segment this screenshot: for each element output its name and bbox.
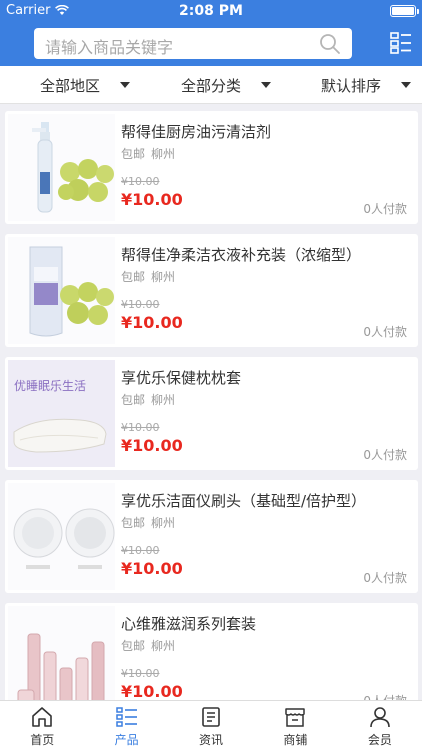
caret-down-icon: [401, 82, 412, 88]
product-meta: 包邮 柳州: [121, 268, 175, 285]
filter-sort[interactable]: 默认排序: [321, 66, 412, 104]
news-icon: [202, 707, 220, 727]
product-image: [8, 114, 115, 221]
shipping-label: 包邮: [121, 393, 146, 407]
product-card[interactable]: 享优乐洁面仪刷头（基础型/倍护型） 包邮 柳州 ¥10.00 ¥10.00 0人付…: [5, 480, 418, 593]
sales-count: 0人付款: [363, 571, 407, 585]
tab-home-label: 首页: [30, 733, 55, 747]
filter-bar: 全部地区 全部分类 默认排序: [0, 66, 422, 104]
shipping-label: 包邮: [121, 270, 146, 284]
product-meta: 包邮 柳州: [121, 514, 175, 531]
caret-down-icon: [261, 82, 272, 88]
sales-count: 0人付款: [363, 202, 407, 216]
product-meta: 包邮 柳州: [121, 391, 175, 408]
tab-products[interactable]: 产品: [84, 701, 168, 750]
tab-news-label: 资讯: [199, 733, 224, 747]
user-icon: [370, 707, 390, 728]
tab-products-label: 产品: [114, 733, 139, 747]
sale-price: ¥10.00: [121, 682, 183, 700]
product-image: [8, 606, 115, 700]
product-title: 享优乐洁面仪刷头（基础型/倍护型）: [121, 492, 367, 510]
tab-member[interactable]: 会员: [338, 701, 422, 750]
sale-price: ¥10.00: [121, 313, 183, 332]
shipping-label: 包邮: [121, 147, 146, 161]
product-title: 心维雅滋润系列套装: [121, 615, 257, 633]
filter-region[interactable]: 全部地区: [40, 66, 131, 104]
product-image: 优睡眠乐生活: [8, 360, 115, 467]
shop-icon: [285, 708, 306, 727]
original-price: ¥10.00: [121, 421, 160, 434]
search-icon[interactable]: [319, 33, 341, 55]
shipping-label: 包邮: [121, 516, 146, 530]
product-list: 帮得佳厨房油污清洁剂 包邮 柳州 ¥10.00 ¥10.00 0人付款 帮得佳净柔…: [0, 104, 422, 700]
sales-count: 0人付款: [363, 325, 407, 339]
shipping-label: 包邮: [121, 639, 146, 653]
original-price: ¥10.00: [121, 667, 160, 680]
city-label: 柳州: [151, 516, 176, 530]
tab-member-label: 会员: [367, 733, 392, 747]
city-label: 柳州: [151, 393, 176, 407]
city-label: 柳州: [151, 639, 176, 653]
product-meta: 包邮 柳州: [121, 145, 175, 162]
filter-category[interactable]: 全部分类: [181, 66, 272, 104]
tab-shop[interactable]: 商铺: [253, 701, 337, 750]
tab-home[interactable]: 首页: [0, 701, 84, 750]
city-label: 柳州: [151, 147, 176, 161]
product-title: 帮得佳厨房油污清洁剂: [121, 123, 272, 141]
sales-count: 0人付款: [363, 448, 407, 462]
status-bar: Carrier 2:08 PM: [0, 0, 422, 22]
category-menu-icon[interactable]: [390, 32, 412, 54]
filter-sort-label: 默认排序: [321, 76, 382, 95]
pillow-slogan: 优睡眠乐生活: [14, 379, 86, 393]
original-price: ¥10.00: [121, 175, 160, 188]
bottom-tab-bar: 首页 产品 资讯 商铺 会员: [0, 700, 422, 750]
list-icon: [115, 707, 137, 727]
tab-news[interactable]: 资讯: [169, 701, 253, 750]
sale-price: ¥10.00: [121, 559, 183, 578]
product-card[interactable]: 帮得佳净柔洁衣液补充装（浓缩型） 包邮 柳州 ¥10.00 ¥10.00 0人付款: [5, 234, 418, 347]
product-title: 享优乐保健枕枕套: [121, 369, 242, 387]
original-price: ¥10.00: [121, 298, 160, 311]
filter-region-label: 全部地区: [40, 76, 101, 95]
clock-time: 2:08 PM: [179, 3, 243, 19]
sales-count: 0人付款: [363, 692, 407, 700]
city-label: 柳州: [151, 270, 176, 284]
product-meta: 包邮 柳州: [121, 637, 175, 654]
product-card[interactable]: 帮得佳厨房油污清洁剂 包邮 柳州 ¥10.00 ¥10.00 0人付款: [5, 111, 418, 224]
caret-down-icon: [120, 82, 131, 88]
product-image: [8, 237, 115, 344]
header-bar: 请输入商品关键字: [0, 22, 422, 66]
sale-price: ¥10.00: [121, 436, 183, 455]
filter-category-label: 全部分类: [181, 76, 242, 95]
product-card[interactable]: 心维雅滋润系列套装 包邮柳州 ¥10.00 ¥10.00 0人付款: [5, 603, 418, 700]
original-price: ¥10.00: [121, 544, 160, 557]
sale-price: ¥10.00: [121, 190, 183, 209]
search-field[interactable]: 请输入商品关键字: [34, 28, 352, 59]
product-image: [8, 483, 115, 590]
home-icon: [32, 707, 53, 727]
product-title: 帮得佳净柔洁衣液补充装（浓缩型）: [121, 246, 362, 264]
search-placeholder: 请输入商品关键字: [45, 38, 174, 57]
battery-icon: [390, 5, 419, 17]
tab-shop-label: 商铺: [283, 733, 308, 747]
product-card[interactable]: 优睡眠乐生活 享优乐保健枕枕套 包邮 柳州 ¥10.00 ¥10.00 0人付款: [5, 357, 418, 470]
